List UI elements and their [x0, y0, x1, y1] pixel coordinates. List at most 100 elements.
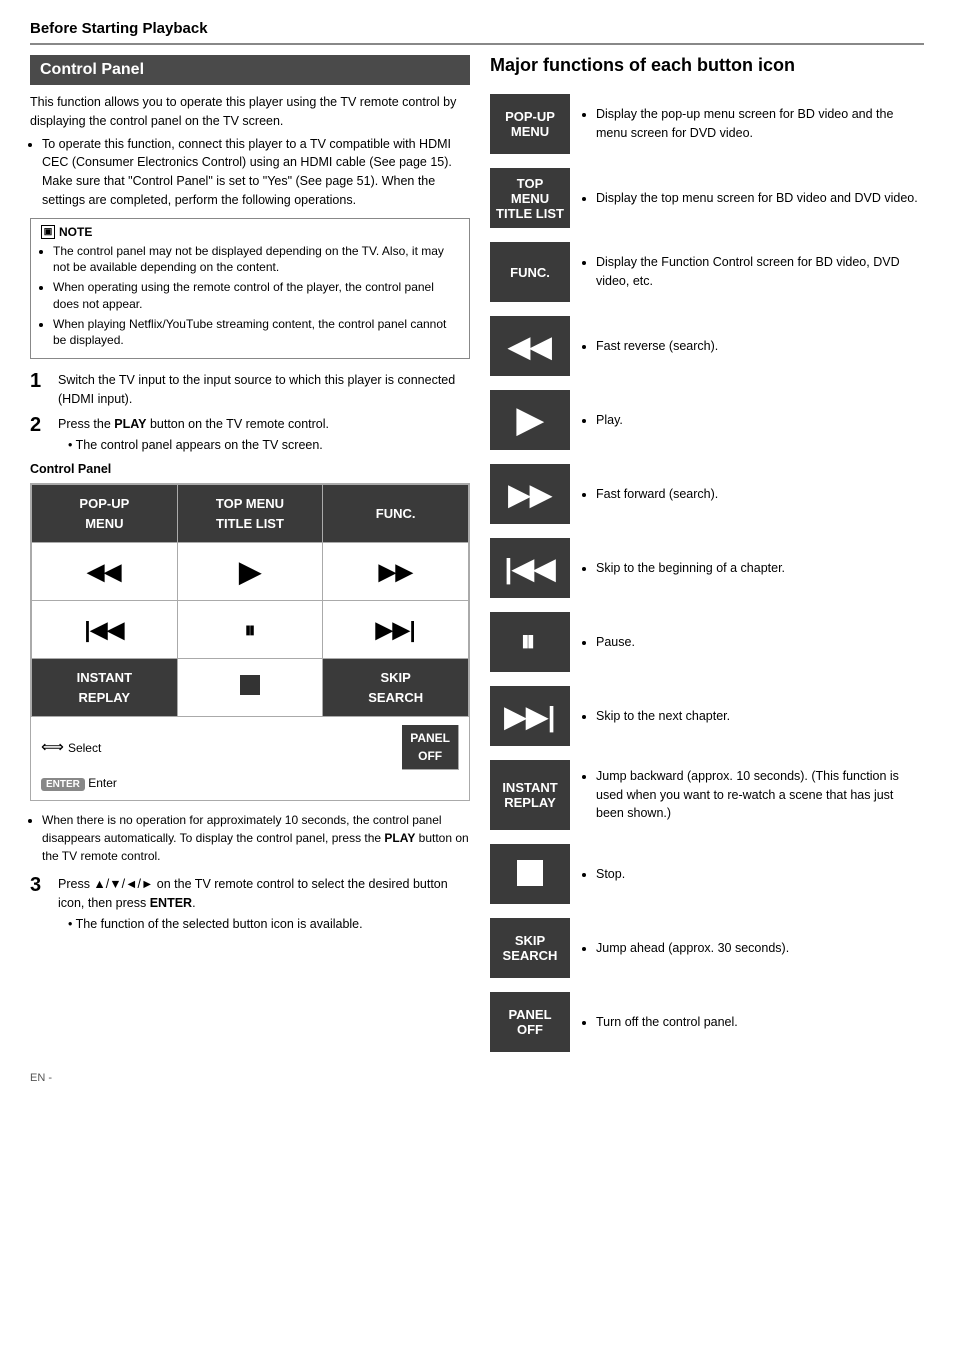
panel-off-btn[interactable]: PANELOFF	[402, 725, 459, 770]
panel-off-label: PANELOFF	[410, 729, 450, 765]
cp-top-menu[interactable]: TOP MENUTITLE LIST	[178, 485, 324, 543]
btn-panel-off[interactable]: PANELOFF	[490, 992, 570, 1052]
cp-rewind-icon: ◀◀	[87, 555, 121, 588]
btn-row-skip-fwd: ▶▶| Skip to the next chapter.	[490, 686, 924, 746]
btn-rewind[interactable]: ◀◀	[490, 316, 570, 376]
step-1-content: Switch the TV input to the input source …	[58, 371, 470, 409]
after-note-item: When there is no operation for approxima…	[42, 811, 470, 865]
btn-skip-search[interactable]: SKIPSEARCH	[490, 918, 570, 978]
right-title: Major functions of each button icon	[490, 55, 924, 80]
cp-instant-replay[interactable]: INSTANTREPLAY	[32, 659, 178, 717]
instant-replay-label: INSTANTREPLAY	[502, 780, 557, 810]
btn-ff-desc: Fast forward (search).	[586, 485, 924, 504]
btn-pause[interactable]: ⏸	[490, 612, 570, 672]
btn-row-rewind: ◀◀ Fast reverse (search).	[490, 316, 924, 376]
cp-skip-back[interactable]: |◀◀	[32, 601, 178, 659]
note-label: NOTE	[59, 225, 92, 239]
pause-icon: ⏸	[521, 625, 540, 659]
step-2-content: Press the PLAY button on the TV remote c…	[58, 415, 470, 455]
btn-row-ff: ▶▶ Fast forward (search).	[490, 464, 924, 524]
btn-row-panel-off: PANELOFF Turn off the control panel.	[490, 992, 924, 1052]
btn-func[interactable]: FUNC.	[490, 242, 570, 302]
btn-panel-off-desc: Turn off the control panel.	[586, 1013, 924, 1032]
cp-pause[interactable]: ⏸	[178, 601, 324, 659]
arrow-icon: ⟺	[41, 736, 64, 760]
step-1: 1 Switch the TV input to the input sourc…	[30, 371, 470, 409]
btn-play-desc: Play.	[586, 411, 924, 430]
cp-stop[interactable]	[178, 659, 324, 717]
cp-func-label: FUNC.	[376, 504, 416, 524]
cp-popup-menu[interactable]: POP-UPMENU	[32, 485, 178, 543]
cp-ff[interactable]: ▶▶	[323, 543, 469, 601]
btn-popup-menu[interactable]: POP-UPMENU	[490, 94, 570, 154]
btn-func-desc: Display the Function Control screen for …	[586, 253, 924, 291]
btn-skip-back[interactable]: |◀◀	[490, 538, 570, 598]
intro-text: This function allows you to operate this…	[30, 93, 470, 131]
cp-skip-search[interactable]: SKIPSEARCH	[323, 659, 469, 717]
step-2-sub: • The control panel appears on the TV sc…	[68, 436, 470, 455]
btn-row-pause: ⏸ Pause.	[490, 612, 924, 672]
left-column: Control Panel This function allows you t…	[30, 55, 470, 1052]
step-1-text: Switch the TV input to the input source …	[58, 373, 455, 406]
btn-row-instant-replay: INSTANTREPLAY Jump backward (approx. 10 …	[490, 760, 924, 830]
btn-stop[interactable]	[490, 844, 570, 904]
skip-back-icon: |◀◀	[505, 552, 556, 585]
btn-popup-desc: Display the pop-up menu screen for BD vi…	[586, 105, 924, 143]
btn-skip-fwd-desc: Skip to the next chapter.	[586, 707, 924, 726]
btn-skip-back-desc: Skip to the beginning of a chapter.	[586, 559, 924, 578]
footer: EN -	[30, 1072, 924, 1084]
step-3-content: Press ▲/▼/◄/► on the TV remote control t…	[58, 875, 470, 933]
play-icon: ▶	[517, 400, 543, 440]
enter-badge: ENTER	[41, 778, 85, 791]
panel-off-label2: PANELOFF	[508, 1007, 551, 1037]
step-3: 3 Press ▲/▼/◄/► on the TV remote control…	[30, 875, 470, 933]
cp-pause-icon: ⏸	[244, 613, 255, 646]
btn-top-menu[interactable]: TOP MENUTITLE LIST	[490, 168, 570, 228]
cp-stop-icon	[240, 675, 260, 701]
cp-play-icon: ▶	[239, 551, 261, 593]
cp-instantreplay-label: INSTANTREPLAY	[77, 668, 132, 707]
btn-ff[interactable]: ▶▶	[490, 464, 570, 524]
btn-row-skip-back: |◀◀ Skip to the beginning of a chapter.	[490, 538, 924, 598]
footer-label: EN	[30, 1072, 45, 1084]
btn-pause-desc: Pause.	[586, 633, 924, 652]
cp-popup-label: POP-UPMENU	[79, 494, 129, 533]
cp-play[interactable]: ▶	[178, 543, 324, 601]
cp-func[interactable]: FUNC.	[323, 485, 469, 543]
btn-skip-fwd[interactable]: ▶▶|	[490, 686, 570, 746]
cp-label: Control Panel	[30, 460, 470, 479]
btn-topmenu-desc: Display the top menu screen for BD video…	[586, 189, 924, 208]
btn-instant-replay-desc: Jump backward (approx. 10 seconds). (Thi…	[586, 767, 924, 823]
btn-func-label: FUNC.	[510, 265, 550, 280]
ff-icon: ▶▶	[508, 478, 551, 511]
button-list: POP-UPMENU Display the pop-up menu scree…	[490, 94, 924, 1052]
btn-row-stop: Stop.	[490, 844, 924, 904]
step-1-num: 1	[30, 371, 50, 409]
cp-ff-icon: ▶▶	[379, 555, 413, 588]
btn-play[interactable]: ▶	[490, 390, 570, 450]
rewind-icon: ◀◀	[508, 330, 551, 363]
cp-skipfwd-icon: ▶▶|	[376, 613, 416, 646]
cp-skipback-icon: |◀◀	[84, 613, 124, 646]
cp-rewind[interactable]: ◀◀	[32, 543, 178, 601]
select-row: ⟺ Select PANELOFF	[41, 725, 459, 770]
btn-popup-label: POP-UPMENU	[505, 109, 555, 139]
control-panel-heading: Control Panel	[30, 55, 470, 85]
step-3-num: 3	[30, 875, 50, 933]
enter-label: Enter	[88, 776, 117, 790]
cp-grid-inner: POP-UPMENU TOP MENUTITLE LIST FUNC. ◀◀ ▶…	[31, 484, 469, 717]
cp-bottom-row: ⟺ Select PANELOFF ENTER Enter	[31, 717, 469, 800]
btn-instant-replay[interactable]: INSTANTREPLAY	[490, 760, 570, 830]
btn-row-popup: POP-UPMENU Display the pop-up menu scree…	[490, 94, 924, 154]
btn-row-func: FUNC. Display the Function Control scree…	[490, 242, 924, 302]
select-label: Select	[68, 739, 101, 757]
cp-skip-fwd[interactable]: ▶▶|	[323, 601, 469, 659]
note-item-3: When playing Netflix/YouTube streaming c…	[53, 316, 459, 350]
cp-topmenu-label: TOP MENUTITLE LIST	[216, 494, 284, 533]
skip-fwd-icon: ▶▶|	[505, 700, 556, 733]
stop-icon	[517, 860, 543, 889]
step-2: 2 Press the PLAY button on the TV remote…	[30, 415, 470, 455]
step-2-num: 2	[30, 415, 50, 455]
btn-rewind-desc: Fast reverse (search).	[586, 337, 924, 356]
step-3-sub: • The function of the selected button ic…	[68, 915, 470, 934]
